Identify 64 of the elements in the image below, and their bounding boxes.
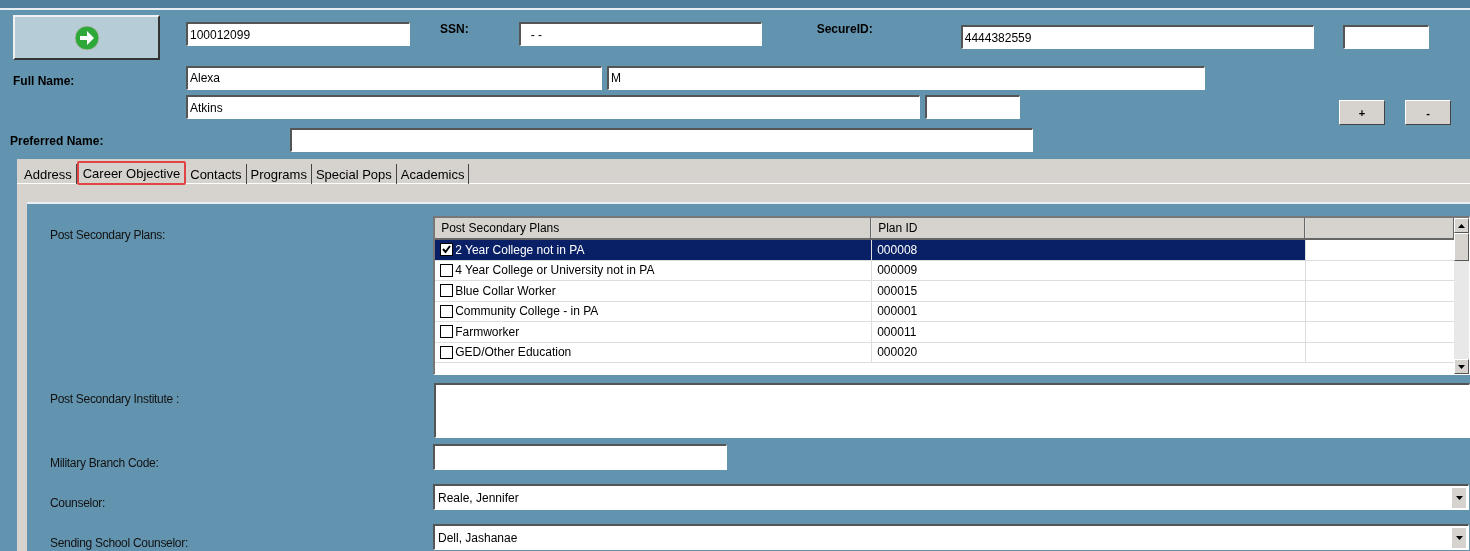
table-cell: Blue Collar Worker [455,283,556,298]
remove-button[interactable]: - [1405,100,1451,125]
tab[interactable]: Special Pops [311,164,397,184]
table-cell: Community College - in PA [455,304,599,319]
column-header[interactable]: Post Secondary Plans [435,218,872,238]
secure-id-field[interactable]: 4444382559 [960,25,1314,49]
table-cell: Farmworker [455,324,520,339]
scroll-thumb[interactable] [1454,233,1469,261]
secure-id-label: SecureID: [816,22,873,36]
post-secondary-institute-field[interactable] [434,383,1470,438]
middle-name-field[interactable]: M [607,65,1205,90]
table-row[interactable]: Farmworker 000011 [435,322,1455,343]
checkbox[interactable] [440,263,454,277]
suffix-field[interactable] [925,95,1020,119]
sending-school-counselor-dropdown[interactable]: Dell, Jashanae [433,524,1469,550]
full-name-label: Full Name: [13,73,76,88]
go-button[interactable] [13,15,160,60]
table-cell: 000009 [877,263,918,278]
tab[interactable]: Career Objective [76,161,187,185]
dropdown-arrow-icon[interactable] [1455,535,1463,540]
tab[interactable]: Academics [396,164,470,184]
checkbox[interactable] [440,284,454,298]
table-cell: 000011 [877,324,917,339]
first-name-field[interactable]: Alexa [186,65,602,90]
table-cell: 000001 [877,304,918,319]
tab[interactable]: Address [20,164,77,184]
post-secondary-plans-label: Post Secondary Plans: [49,228,167,242]
checkbox[interactable] [440,325,454,339]
ssn-field[interactable]: - - [518,22,762,46]
scroll-down-icon[interactable] [1458,364,1466,369]
table-row[interactable]: Community College - in PA 000001 [435,301,1455,322]
sending-school-counselor-label: Sending School Counselor: [49,536,189,550]
last-name-field[interactable]: Atkins [186,95,920,119]
counselor-dropdown[interactable]: Reale, Jennifer [433,484,1469,510]
checkbox[interactable] [440,304,454,318]
table-cell: 000008 [877,242,918,257]
table-row[interactable]: 4 Year College or University not in PA 000009 [435,260,1455,281]
ssn-label: SSN: [440,22,469,36]
table-cell: 000015 [877,283,918,298]
table-cell: 000020 [877,345,918,360]
add-button[interactable]: + [1339,100,1385,125]
checkbox[interactable] [440,243,454,257]
preferred-name-field[interactable] [290,128,1033,152]
counselor-label: Counselor: [49,496,107,510]
table-cell: 4 Year College or University not in PA [455,263,655,278]
post-secondary-institute-label: Post Secondary Institute : [49,392,180,406]
dropdown-arrow-icon[interactable] [1455,495,1463,500]
scroll-up-icon[interactable] [1458,223,1466,228]
preferred-name-label: Preferred Name: [10,134,105,148]
table-cell: GED/Other Education [455,345,572,360]
arrow-right-icon [73,24,100,51]
tab[interactable]: Contacts [186,164,247,184]
text-field[interactable] [1342,25,1429,49]
scrollbar[interactable] [1454,218,1469,374]
table-cell: 2 Year College not in PA [455,242,585,257]
column-header[interactable]: Plan ID [871,218,1306,238]
id-field[interactable]: 100012099 [186,22,410,46]
table-row[interactable]: GED/Other Education 000020 [435,342,1455,363]
checkbox[interactable] [440,345,454,359]
table-row[interactable]: 2 Year College not in PA 000008 [435,240,1455,261]
tab[interactable]: Programs [246,164,312,184]
table-row[interactable]: Blue Collar Worker 000015 [435,281,1455,302]
military-branch-code-field[interactable] [433,444,727,470]
military-branch-code-label: Military Branch Code: [49,456,160,470]
